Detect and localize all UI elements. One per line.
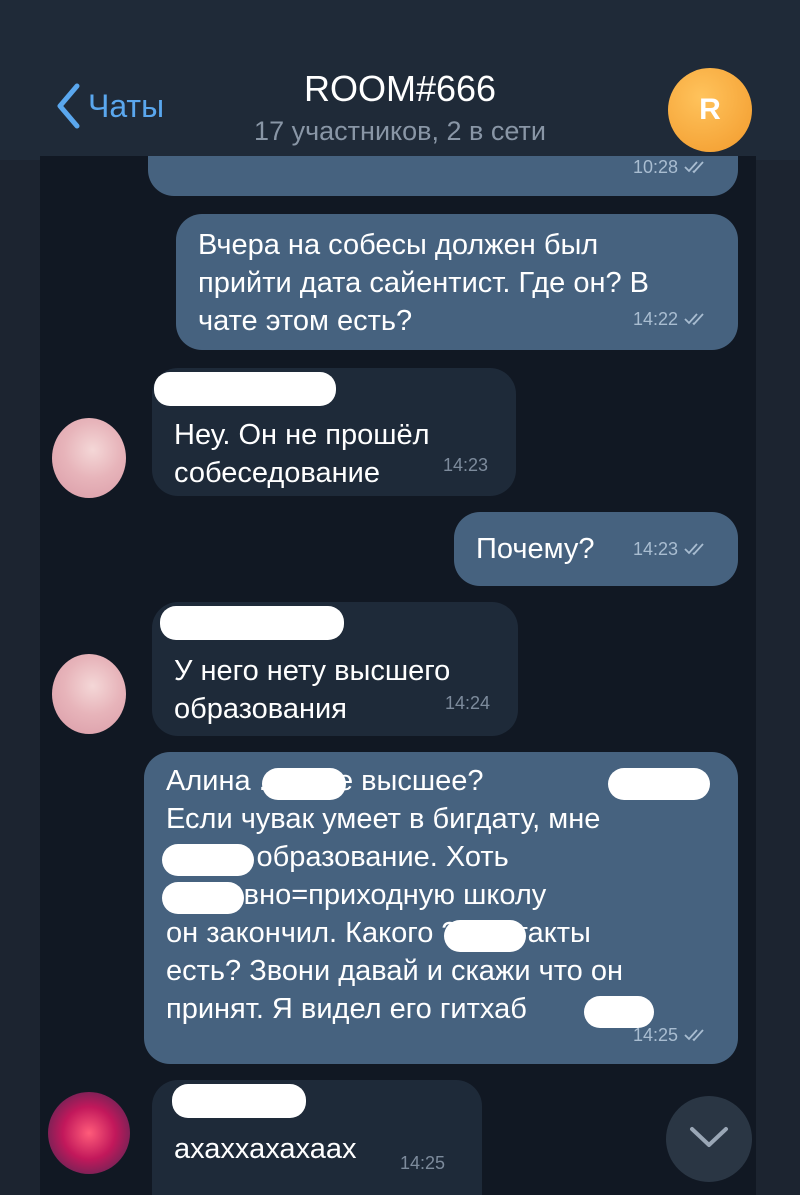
redacted-word xyxy=(162,882,244,914)
message-time: 14:24 xyxy=(445,684,490,722)
message-time: 14:22 xyxy=(633,300,708,338)
message-time-text: 14:23 xyxy=(632,539,678,559)
double-check-icon xyxy=(684,313,704,326)
double-check-icon xyxy=(684,161,704,174)
message-bubble-outgoing[interactable]: Алина . Какое высшее? Если чувак умеет в… xyxy=(144,752,738,1064)
message-bubble-incoming[interactable]: У него нету высшего образования 14:24 xyxy=(152,602,518,736)
message-time: 14:25 xyxy=(400,1144,445,1182)
message-time-text: 14:25 xyxy=(632,1025,678,1045)
message-time-text: 14:24 xyxy=(444,693,490,713)
avatar-letter: R xyxy=(699,93,721,126)
message-bubble-outgoing[interactable]: 10:28 xyxy=(148,156,738,196)
message-text: Алина . Какое высшее? Если чувак умеет в… xyxy=(166,765,623,1025)
user-avatar[interactable] xyxy=(52,654,126,734)
message-time-text: 14:22 xyxy=(632,309,678,329)
redacted-word xyxy=(162,844,254,876)
scroll-to-bottom-button[interactable] xyxy=(666,1096,752,1182)
redacted-sender-name xyxy=(172,1084,306,1118)
message-bubble-incoming[interactable]: Неу. Он не прошёл собеседование 14:23 xyxy=(152,368,516,496)
user-avatar[interactable] xyxy=(48,1092,130,1174)
message-time: 14:25 xyxy=(633,1016,708,1054)
message-time-text: 10:28 xyxy=(632,157,678,177)
redacted-sender-name xyxy=(154,372,336,406)
message-time: 14:23 xyxy=(443,446,488,484)
redacted-word xyxy=(262,768,346,800)
chat-header: Чаты ROOM#666 17 участников, 2 в сети R xyxy=(0,0,800,160)
message-bubble-outgoing[interactable]: Почему? 14:23 xyxy=(454,512,738,586)
message-list[interactable]: 10:28 Вчера на собесы должен был прийти … xyxy=(40,156,756,1195)
user-avatar[interactable] xyxy=(52,418,126,498)
chat-avatar[interactable]: R xyxy=(668,68,752,152)
redacted-word xyxy=(444,920,526,952)
message-time: 14:23 xyxy=(633,530,708,568)
message-time-text: 14:25 xyxy=(400,1153,446,1173)
message-time: 10:28 xyxy=(633,156,708,186)
redacted-word xyxy=(608,768,710,800)
message-bubble-outgoing[interactable]: Вчера на собесы должен был прийти дата с… xyxy=(176,214,738,350)
chevron-down-icon xyxy=(689,1125,729,1154)
double-check-icon xyxy=(684,543,704,556)
redacted-sender-name xyxy=(160,606,344,640)
message-time-text: 14:23 xyxy=(442,455,488,475)
double-check-icon xyxy=(684,1029,704,1042)
message-bubble-incoming[interactable]: ахаххахахаах 14:25 xyxy=(152,1080,482,1195)
